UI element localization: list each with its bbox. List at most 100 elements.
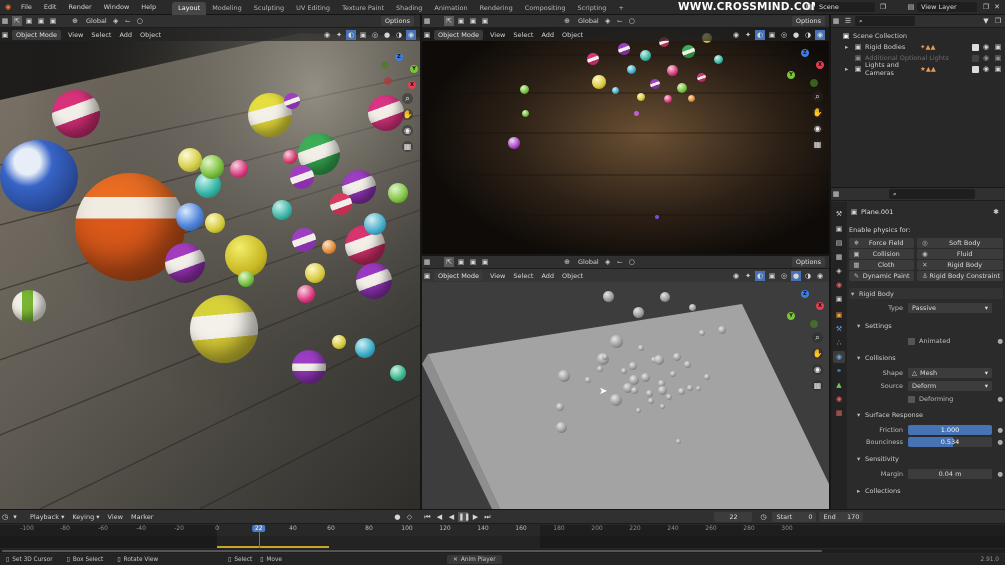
jump-start-icon[interactable]: ⏮ — [422, 512, 432, 522]
collisions-subpanel-header[interactable]: ▾ Collisions — [849, 353, 1003, 363]
scene-tab-icon[interactable]: ◈ — [833, 265, 845, 277]
editor-type-icon[interactable]: ▦ — [0, 16, 10, 26]
particles-tab-icon[interactable]: ∴ — [833, 337, 845, 349]
select-box-icon[interactable]: ⇱ — [12, 16, 22, 26]
navigation-gizmo[interactable]: Z Y X — [378, 53, 420, 95]
surface-response-subpanel-header[interactable]: ▾ Surface Response — [849, 410, 1003, 420]
next-keyframe-icon[interactable]: ▶ — [470, 512, 480, 522]
viewport-left[interactable]: ▦ ⇱ ▣ ▣ ▣ ⊕ Global ◈ ⌙ ○ Options ▣ Objec… — [0, 15, 420, 509]
wireframe-shading-icon[interactable]: ◎ — [779, 271, 789, 281]
tab-texture-paint[interactable]: Texture Paint — [336, 2, 390, 15]
menu-playback[interactable]: Playback ▾ — [26, 513, 68, 521]
tab-uv-editing[interactable]: UV Editing — [290, 2, 336, 15]
physics-button-force-field[interactable]: ✵ Force Field — [849, 238, 915, 248]
menu-help[interactable]: Help — [135, 0, 162, 15]
mode-icon[interactable]: ▣ — [422, 30, 432, 40]
exclude-checkbox[interactable] — [972, 65, 979, 73]
menu-add[interactable]: Add — [537, 272, 558, 280]
filter-icon[interactable]: ▼ — [981, 16, 991, 26]
mode-icon[interactable]: ▣ — [0, 30, 10, 40]
eye-icon[interactable]: ◉ — [981, 53, 991, 63]
select-mode-icon[interactable]: ▣ — [456, 257, 466, 267]
texture-tab-icon[interactable]: ▦ — [833, 407, 845, 419]
keyframe-dot-icon[interactable]: ● — [997, 438, 1003, 446]
tab-compositing[interactable]: Compositing — [519, 2, 572, 15]
overlay-icon[interactable]: ◐ — [755, 270, 765, 281]
new-view-layer-icon[interactable]: ❐ — [981, 2, 991, 12]
mode-icon[interactable]: ▣ — [422, 271, 432, 281]
extend-mode-icon[interactable]: ▣ — [468, 16, 478, 26]
select-mode-icon[interactable]: ▣ — [24, 16, 34, 26]
scene-icon[interactable]: ▤ — [804, 2, 814, 12]
tool-tab-icon[interactable]: ⚒ — [833, 208, 845, 220]
expand-icon[interactable]: ▸ — [845, 43, 853, 51]
gizmo-toggle-icon[interactable]: ✦ — [334, 30, 344, 40]
camera-icon[interactable]: ▣ — [993, 53, 1003, 63]
viewport-bottom-right[interactable]: ▦ ⇱ ▣ ▣ ▣ ⊕ Global ◈ ⌙ ○ Options ▣ Objec… — [422, 256, 829, 509]
tab-animation[interactable]: Animation — [428, 2, 473, 15]
remove-view-layer-icon[interactable]: ✕ — [992, 2, 1002, 12]
snap-icon[interactable]: ⌙ — [123, 16, 133, 26]
tab-layout[interactable]: Layout — [172, 1, 207, 15]
outliner-row-scene[interactable]: ▣ Scene Collection — [831, 31, 1005, 41]
anim-player-job[interactable]: ✕ Anim Player — [446, 555, 502, 564]
camera-icon[interactable]: ▣ — [993, 42, 1003, 52]
exclude-checkbox[interactable] — [972, 43, 979, 51]
menu-select[interactable]: Select — [509, 272, 537, 280]
solid-shading-icon[interactable]: ● — [791, 30, 801, 40]
transform-orientation-icon[interactable]: ⊕ — [70, 16, 80, 26]
menu-add[interactable]: Add — [537, 31, 558, 39]
close-icon[interactable]: ✕ — [453, 557, 458, 563]
clock-icon[interactable]: ◷ — [758, 512, 768, 522]
gizmo-z-axis[interactable]: Z — [801, 290, 809, 298]
gizmo-z-axis[interactable]: Z — [801, 49, 809, 57]
physics-button-dynamic-paint[interactable]: ✎ Dynamic Paint — [849, 271, 915, 281]
zoom-icon[interactable]: ⌕ — [812, 332, 823, 343]
properties-search-input[interactable]: ⌕ — [889, 189, 975, 199]
physics-button-cloth[interactable]: ▦ Cloth — [849, 260, 915, 270]
editor-type-icon[interactable]: ◷ — [0, 512, 10, 522]
keyframe-icon[interactable]: ◇ — [404, 512, 414, 522]
view-layer-tab-icon[interactable]: ▦ — [833, 251, 845, 263]
gizmo-neg-axis[interactable] — [810, 79, 818, 87]
start-frame-input[interactable]: Start 0 — [772, 511, 817, 522]
menu-keying[interactable]: Keying ▾ — [68, 513, 103, 521]
menu-window[interactable]: Window — [98, 0, 136, 15]
visibility-icon[interactable]: ◉ — [322, 30, 332, 40]
keyframe-dot-icon[interactable]: ● — [997, 337, 1003, 345]
proportional-edit-icon[interactable]: ○ — [627, 16, 637, 26]
menu-edit[interactable]: Edit — [38, 0, 63, 15]
pan-hand-icon[interactable]: ✋ — [402, 109, 413, 120]
exclude-checkbox[interactable] — [972, 54, 979, 62]
animated-checkbox[interactable] — [908, 337, 915, 345]
prev-keyframe-icon[interactable]: ◀ — [434, 512, 444, 522]
world-tab-icon[interactable]: ◉ — [833, 279, 845, 291]
collections-subpanel-header[interactable]: ▸ Collections — [849, 486, 1003, 496]
keyframe-dot-icon[interactable]: ● — [997, 470, 1003, 478]
margin-input[interactable]: 0.04 m — [908, 469, 992, 479]
outliner-row-lights-cameras[interactable]: ▸ ▣ Lights and Cameras ★▲▲ ◉ ▣ — [831, 61, 1005, 77]
menu-add[interactable]: Add — [115, 31, 136, 39]
menu-object[interactable]: Object — [136, 31, 165, 39]
object-mode-dropdown[interactable]: Object Mode — [12, 29, 61, 40]
proportional-edit-icon[interactable]: ○ — [135, 16, 145, 26]
navigation-gizmo[interactable]: Z X Y — [784, 290, 826, 332]
visibility-icon[interactable]: ◉ — [731, 30, 741, 40]
timeline-scrollbar[interactable] — [0, 549, 1005, 553]
menu-view[interactable]: View — [486, 272, 509, 280]
solid-shading-icon[interactable]: ● — [791, 270, 801, 281]
gizmo-y-axis[interactable]: Y — [410, 65, 418, 73]
gizmo-toggle-icon[interactable]: ✦ — [743, 271, 753, 281]
new-collection-icon[interactable]: ❐ — [993, 16, 1003, 26]
editor-type-icon[interactable]: ▦ — [831, 189, 841, 199]
options-button[interactable]: Options — [791, 16, 825, 26]
rendered-shading-icon[interactable]: ◉ — [406, 29, 416, 40]
editor-type-icon[interactable]: ▦ — [831, 16, 841, 26]
physics-button-soft-body[interactable]: ◎ Soft Body — [917, 238, 1003, 248]
material-tab-icon[interactable]: ◉ — [833, 393, 845, 405]
expand-icon[interactable]: ▸ — [845, 65, 853, 73]
view-layer-selector[interactable]: View Layer — [917, 2, 977, 12]
extend-mode-icon[interactable]: ▣ — [36, 16, 46, 26]
material-shading-icon[interactable]: ◑ — [803, 271, 813, 281]
pivot-icon[interactable]: ◈ — [111, 16, 121, 26]
